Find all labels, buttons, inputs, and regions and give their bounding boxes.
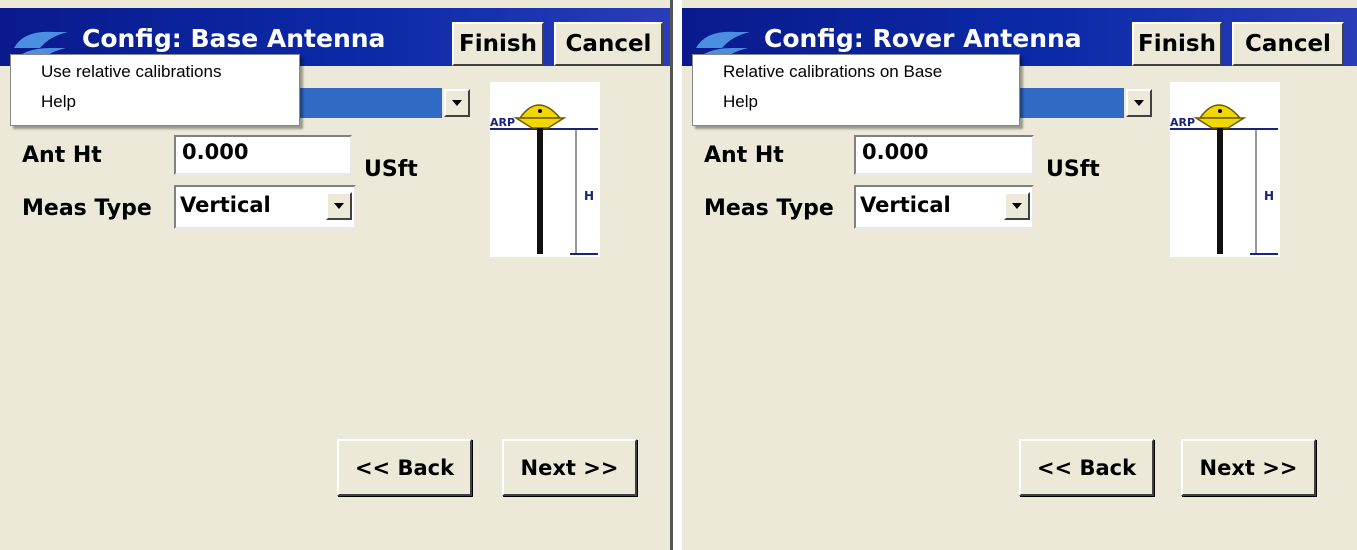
meas-type-value: Vertical [860, 193, 951, 217]
units-label: USft [364, 157, 418, 182]
chevron-down-icon[interactable] [444, 89, 470, 117]
menu-item-help[interactable]: Help [41, 92, 76, 112]
menu-item-relative-calibrations-on-base[interactable]: Relative calibrations on Base [723, 62, 942, 82]
config-window-base: Config: Base Antenna Finish Cancel Use r… [0, 0, 673, 550]
context-menu: Relative calibrations on Base Help [692, 54, 1020, 126]
ant-ht-label: Ant Ht [22, 143, 102, 168]
window-title: Config: Rover Antenna [764, 24, 1082, 53]
ant-ht-input[interactable]: 0.000 [174, 135, 352, 175]
height-h-label: H [1264, 189, 1274, 203]
antenna-diagram-icon: ARP H [490, 104, 598, 255]
window-title: Config: Base Antenna [82, 24, 386, 53]
chevron-down-icon[interactable] [326, 192, 352, 220]
back-button[interactable]: << Back [337, 439, 472, 496]
chevron-down-icon[interactable] [1126, 89, 1152, 117]
antenna-diagram: ARP H [1170, 82, 1280, 257]
arp-label: ARP [490, 116, 515, 129]
meas-type-label: Meas Type [22, 196, 152, 221]
meas-type-value: Vertical [180, 193, 271, 217]
context-menu: Use relative calibrations Help [10, 54, 300, 126]
ant-ht-label: Ant Ht [704, 143, 784, 168]
antenna-diagram: ARP H [490, 82, 600, 257]
cancel-button[interactable]: Cancel [1232, 22, 1344, 66]
units-label: USft [1046, 157, 1100, 182]
height-h-label: H [584, 189, 594, 203]
menu-item-relative-calibrations[interactable]: Use relative calibrations [41, 62, 221, 82]
next-button[interactable]: Next >> [502, 439, 637, 496]
antenna-diagram-icon: ARP H [1170, 104, 1278, 255]
menu-item-help[interactable]: Help [723, 92, 758, 112]
cancel-button[interactable]: Cancel [554, 22, 663, 66]
chevron-down-icon[interactable] [1004, 192, 1030, 220]
ant-ht-input[interactable]: 0.000 [854, 135, 1034, 175]
next-button[interactable]: Next >> [1181, 439, 1316, 496]
meas-type-label: Meas Type [704, 196, 834, 221]
arp-label: ARP [1170, 116, 1195, 129]
finish-button[interactable]: Finish [452, 22, 544, 66]
finish-button[interactable]: Finish [1132, 22, 1222, 66]
config-window-rover: Config: Rover Antenna Finish Cancel Rela… [682, 0, 1357, 550]
back-button[interactable]: << Back [1019, 439, 1154, 496]
